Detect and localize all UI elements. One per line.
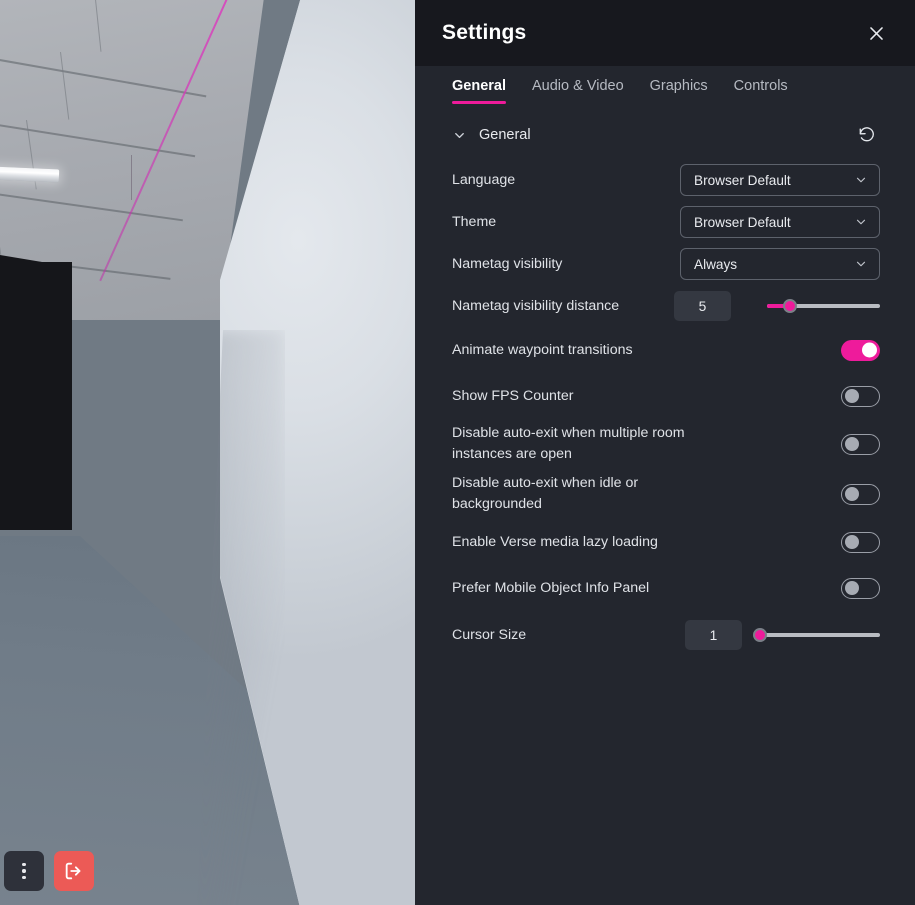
tab-audio-video[interactable]: Audio & Video (532, 78, 624, 104)
section-title: General (479, 127, 531, 143)
control-show-fps (841, 385, 880, 407)
control-nametag-visibility: Always (680, 248, 880, 280)
cursor-size-input[interactable] (685, 620, 742, 650)
nametag-visibility-select[interactable]: Always (680, 248, 880, 280)
close-icon (869, 26, 883, 40)
settings-tabs: General Audio & Video Graphics Controls (415, 66, 915, 104)
3d-room-viewport[interactable] (0, 0, 415, 905)
chevron-down-icon (856, 177, 866, 183)
verse-lazy-loading-toggle[interactable] (841, 531, 880, 553)
chevron-down-icon[interactable] (452, 128, 467, 143)
tab-general[interactable]: General (452, 78, 506, 104)
label-theme: Theme (452, 213, 497, 230)
theme-select[interactable]: Browser Default (680, 206, 880, 238)
setting-row-verse-lazy-loading: Enable Verse media lazy loading (452, 519, 880, 565)
nametag-visibility-value: Always (694, 256, 738, 272)
label-disable-autoexit-idle: Disable auto-exit when idle or backgroun… (452, 475, 639, 512)
scene-action-buttons (4, 851, 94, 891)
label-nametag-visibility: Nametag visibility (452, 255, 563, 272)
slider-track (760, 633, 880, 637)
setting-row-nametag-visibility: Nametag visibility Always (452, 243, 880, 285)
reset-icon (859, 127, 874, 142)
label-show-fps: Show FPS Counter (452, 387, 574, 404)
control-language: Browser Default (680, 164, 880, 196)
prefer-mobile-panel-toggle[interactable] (841, 577, 880, 599)
toggle-knob (862, 342, 877, 358)
reset-section-button[interactable] (854, 122, 880, 148)
cursor-size-slider[interactable] (753, 625, 880, 645)
nametag-distance-input[interactable] (674, 291, 731, 321)
show-fps-toggle[interactable] (841, 385, 880, 407)
tab-graphics[interactable]: Graphics (650, 78, 708, 104)
theme-select-value: Browser Default (694, 214, 791, 230)
page-title: Settings (442, 21, 527, 44)
control-disable-autoexit-multiple (841, 433, 880, 455)
chevron-down-icon (856, 261, 866, 267)
label-language: Language (452, 171, 516, 188)
nametag-distance-slider[interactable] (767, 296, 880, 316)
disable-autoexit-idle-toggle[interactable] (841, 483, 880, 505)
control-cursor-size (685, 620, 880, 650)
settings-content: General Language Browser Default Theme B… (415, 104, 915, 905)
ceiling-light-1 (0, 166, 60, 183)
app-root: Settings General Audio & Video Graphics … (0, 0, 915, 905)
control-prefer-mobile-panel (841, 577, 880, 599)
slider-thumb[interactable] (753, 628, 767, 642)
section-header-general: General (452, 122, 880, 148)
label-animate-waypoints: Animate waypoint transitions (452, 341, 633, 358)
label-nametag-distance: Nametag visibility distance (452, 297, 620, 314)
setting-row-disable-autoexit-idle: Disable auto-exit when idle or backgroun… (452, 469, 880, 519)
language-select-value: Browser Default (694, 172, 791, 188)
leave-room-button[interactable] (54, 851, 94, 891)
dark-area (0, 262, 72, 530)
label-verse-lazy-loading: Enable Verse media lazy loading (452, 533, 658, 550)
setting-row-show-fps: Show FPS Counter (452, 373, 880, 419)
setting-row-language: Language Browser Default (452, 159, 880, 201)
disable-autoexit-multiple-toggle[interactable] (841, 433, 880, 455)
settings-titlebar: Settings (415, 0, 915, 66)
control-verse-lazy-loading (841, 531, 880, 553)
setting-row-cursor-size: Cursor Size (452, 611, 880, 659)
slider-thumb[interactable] (782, 299, 797, 313)
control-disable-autoexit-idle (841, 483, 880, 505)
toggle-knob (844, 389, 859, 403)
language-select[interactable]: Browser Default (680, 164, 880, 196)
toggle-knob (844, 487, 859, 501)
setting-row-nametag-distance: Nametag visibility distance (452, 285, 880, 327)
label-disable-autoexit-multiple: Disable auto-exit when multiple room ins… (452, 425, 685, 462)
chevron-down-icon (856, 219, 866, 225)
control-animate-waypoints (841, 339, 880, 361)
control-theme: Browser Default (680, 206, 880, 238)
light-wire (131, 155, 132, 200)
setting-row-disable-autoexit-multiple: Disable auto-exit when multiple room ins… (452, 419, 880, 469)
close-button[interactable] (859, 16, 893, 50)
label-cursor-size: Cursor Size (452, 626, 527, 643)
label-prefer-mobile-panel: Prefer Mobile Object Info Panel (452, 579, 650, 596)
animate-waypoints-toggle[interactable] (841, 339, 880, 361)
tab-controls[interactable]: Controls (734, 78, 788, 104)
settings-panel: Settings General Audio & Video Graphics … (415, 0, 915, 905)
section-header-left: General (452, 127, 531, 143)
toggle-knob (844, 535, 859, 549)
wall-shadow (195, 330, 285, 905)
more-options-button[interactable] (4, 851, 44, 891)
setting-row-animate-waypoints: Animate waypoint transitions (452, 327, 880, 373)
setting-row-prefer-mobile-panel: Prefer Mobile Object Info Panel (452, 565, 880, 611)
control-nametag-distance (674, 291, 880, 321)
setting-row-theme: Theme Browser Default (452, 201, 880, 243)
toggle-knob (844, 437, 859, 451)
exit-door-icon (65, 862, 81, 880)
toggle-knob (844, 581, 859, 595)
vertical-dots-icon (22, 862, 26, 880)
